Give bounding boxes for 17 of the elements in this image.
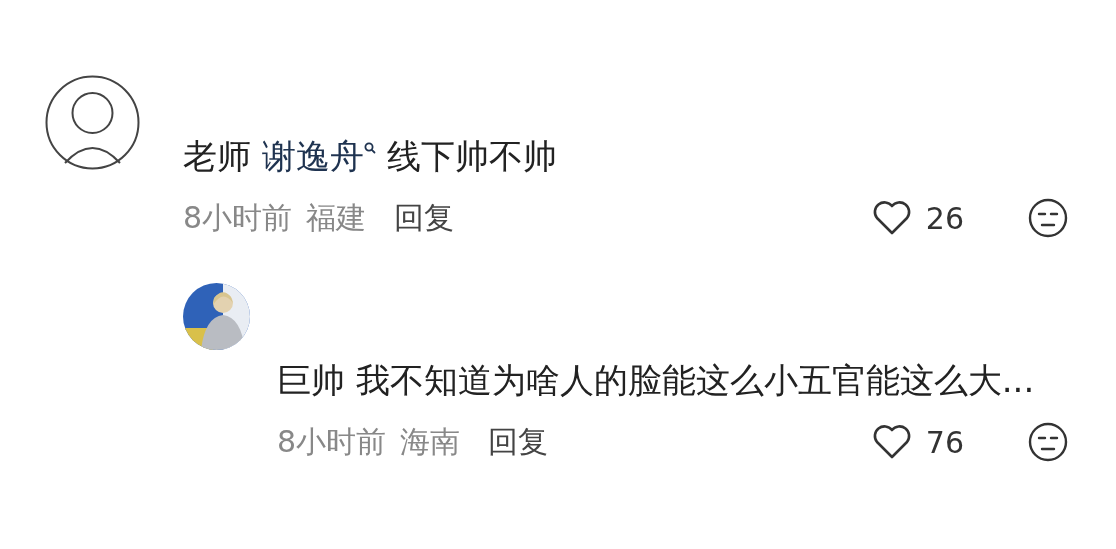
like-count: 76 (925, 424, 964, 460)
comment-text: 老师 谢逸舟 线下帅不帅 (183, 135, 558, 178)
avatar-icon (45, 75, 140, 170)
reply-link[interactable]: 回复 (394, 197, 455, 239)
location: 海南 (400, 422, 461, 461)
like-count: 26 (925, 200, 964, 236)
timestamp: 8小时前 (277, 422, 387, 461)
timestamp: 8小时前 (183, 198, 293, 237)
mention-link[interactable]: 谢逸舟 (261, 136, 376, 176)
heart-icon[interactable] (871, 424, 912, 460)
search-icon (363, 141, 376, 156)
location: 福建 (306, 198, 367, 237)
reply-link[interactable]: 回复 (488, 421, 549, 463)
emoji-icon[interactable] (1028, 198, 1068, 238)
emoji-icon[interactable] (1028, 422, 1068, 462)
comment-text: 巨帅 我不知道为啥人的脸能这么小五官能这么大... (277, 359, 1036, 402)
heart-icon[interactable] (871, 200, 912, 236)
